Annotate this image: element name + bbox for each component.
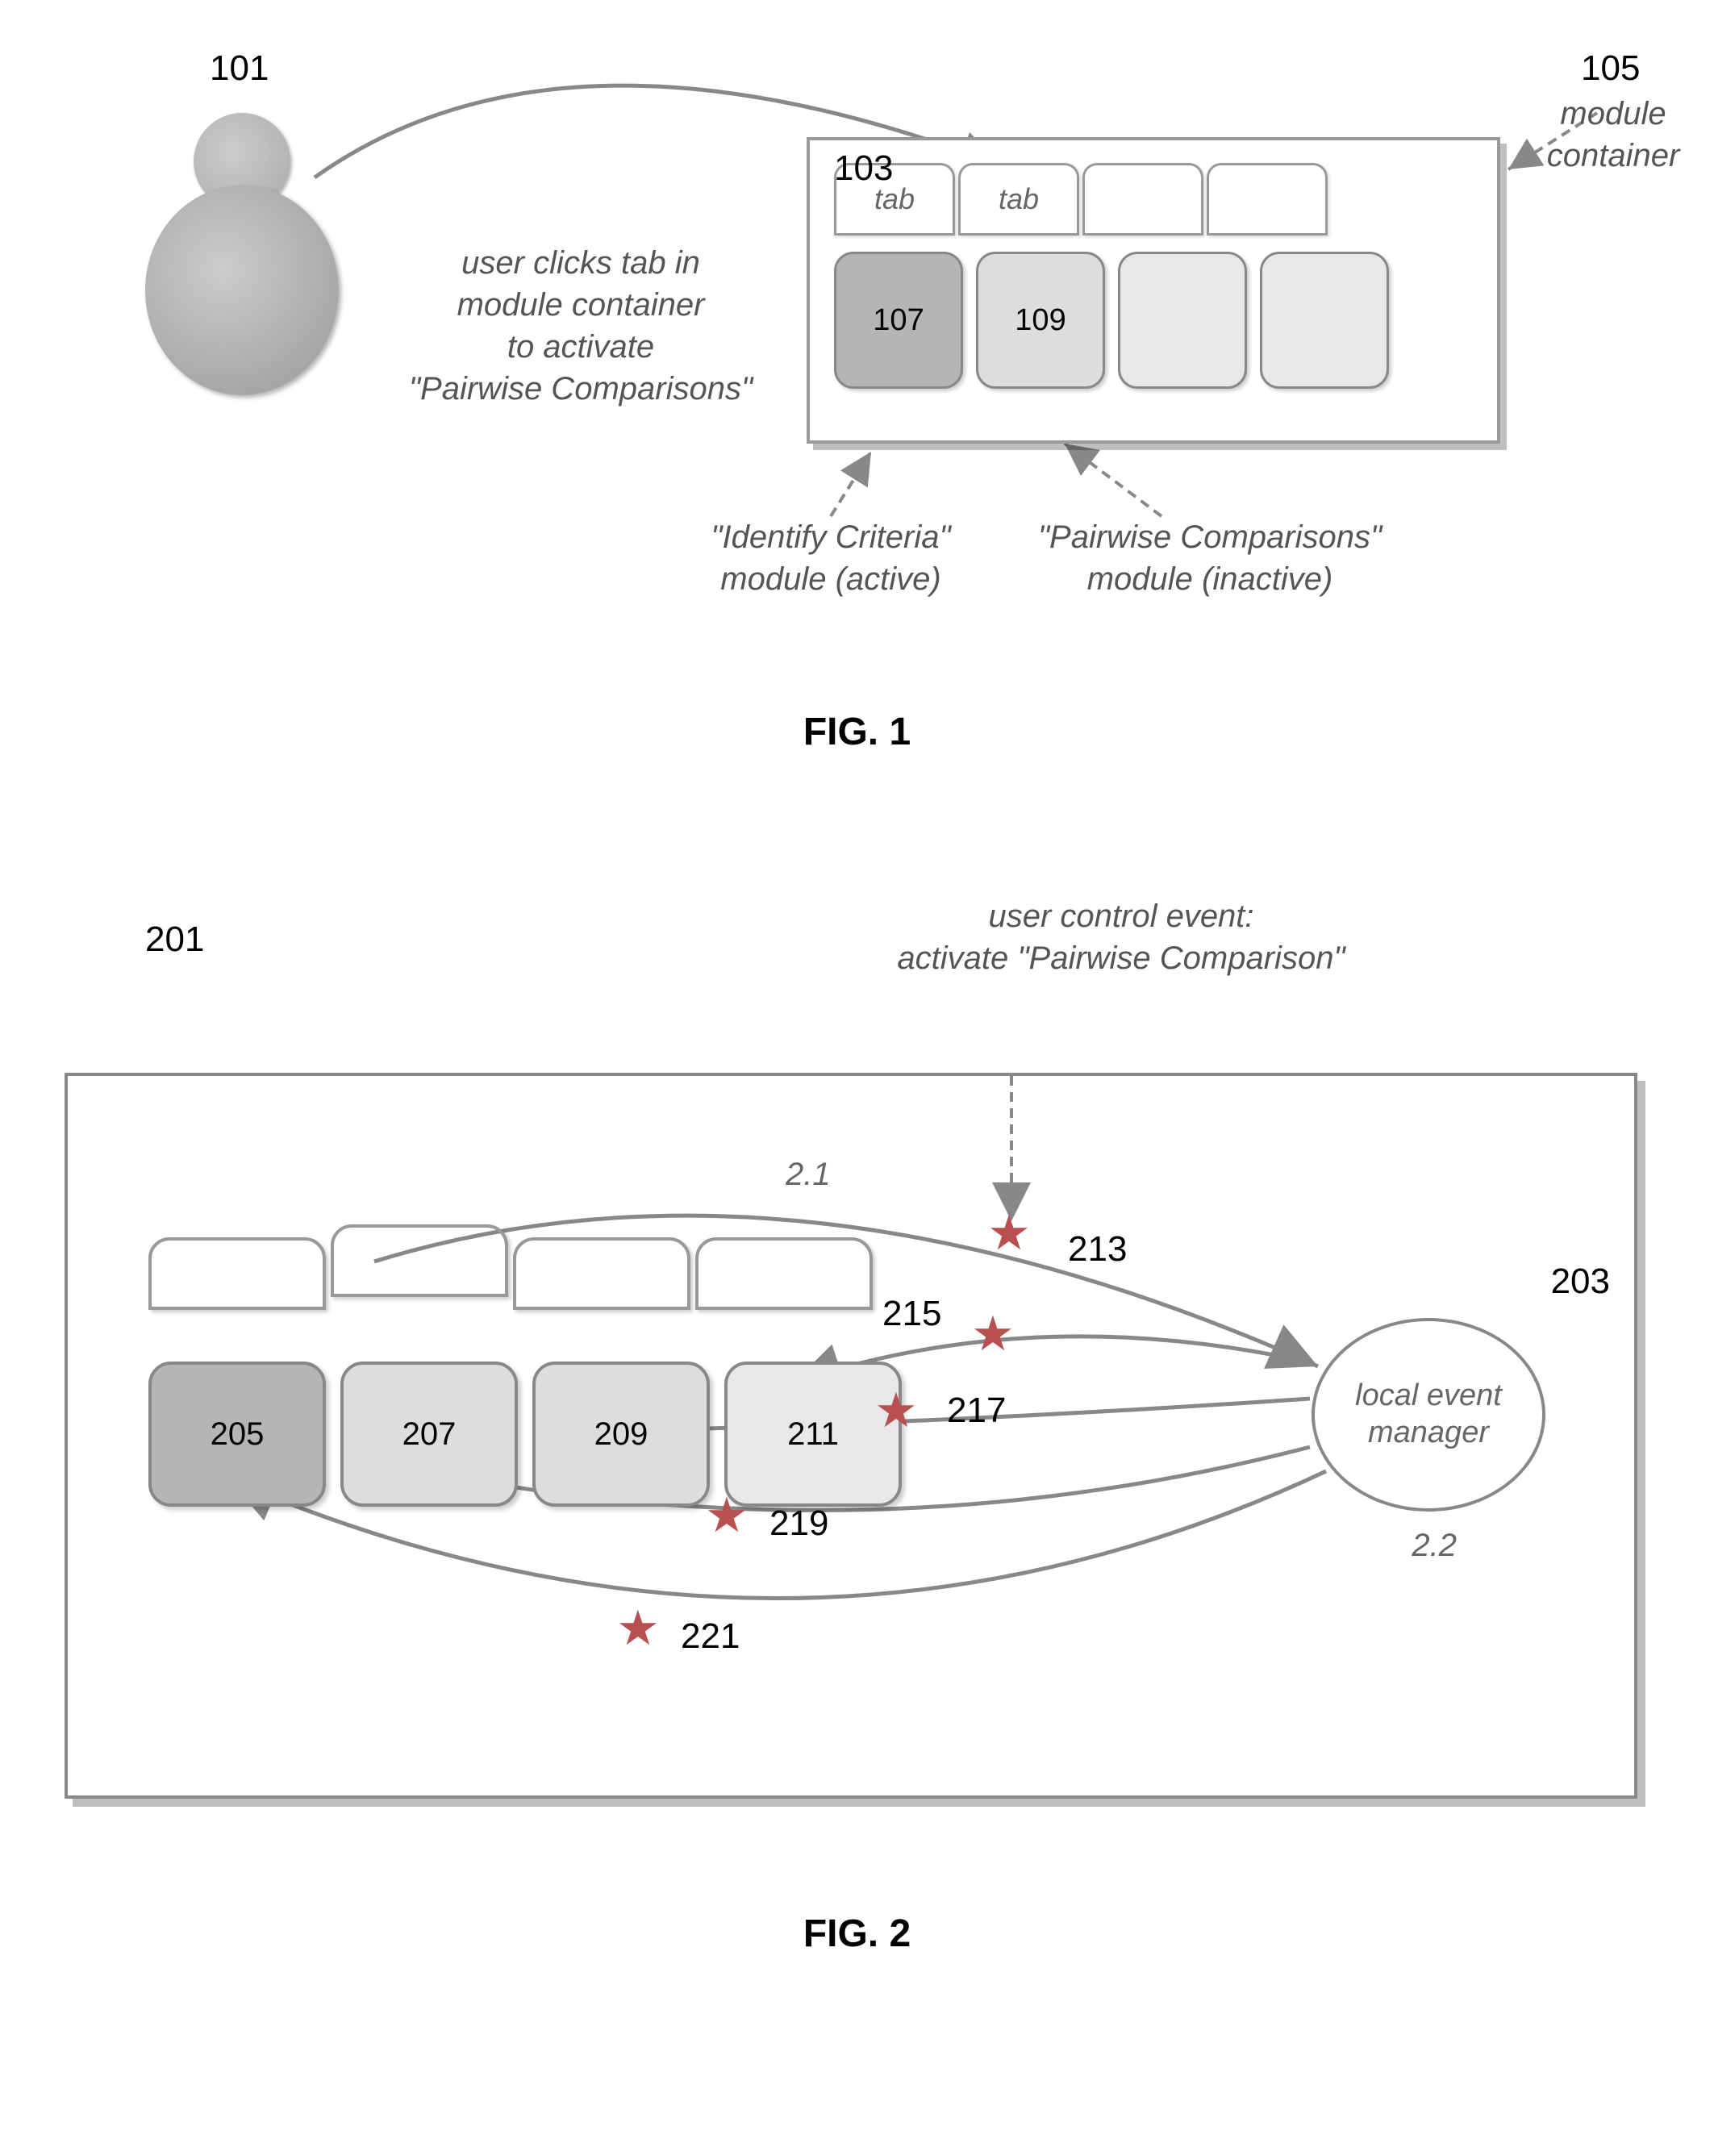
module-identify-criteria[interactable]: 107 [834, 252, 963, 389]
star-icon: ★ [987, 1205, 1031, 1261]
figure-1: 101 105 user clicks tab in module contai… [0, 16, 1714, 823]
step-2-2: 2.2 [1412, 1528, 1457, 1564]
active-module-label: "Identify Criteria" module (active) [694, 516, 968, 600]
module-container: 103 tab tab 107 109 [807, 137, 1500, 444]
module-205[interactable]: 205 [148, 1362, 326, 1507]
star-icon: ★ [705, 1487, 749, 1544]
local-event-manager: local event manager [1312, 1318, 1545, 1512]
inactive-module-label: "Pairwise Comparisons" module (inactive) [1032, 516, 1387, 600]
ref-201: 201 [145, 920, 204, 960]
module-pairwise-comparisons[interactable]: 109 [976, 252, 1105, 389]
user-control-event-label: user control event: activate "Pairwise C… [871, 895, 1371, 979]
ref-215: 215 [882, 1294, 941, 1334]
fig2-caption: FIG. 2 [0, 1912, 1714, 1956]
tab-a[interactable] [148, 1237, 326, 1310]
star-icon: ★ [971, 1306, 1015, 1362]
user-icon [145, 113, 339, 395]
ref-221: 221 [681, 1616, 740, 1657]
module-3[interactable] [1118, 252, 1247, 389]
star-icon: ★ [874, 1382, 918, 1439]
ref-219: 219 [769, 1503, 828, 1544]
ref-203: 203 [1551, 1261, 1610, 1302]
module-4[interactable] [1260, 252, 1389, 389]
ref-101: 101 [210, 48, 269, 89]
ref-105: 105 [1581, 48, 1640, 89]
module-207[interactable]: 207 [340, 1362, 518, 1507]
tab-d[interactable] [695, 1237, 873, 1310]
star-icon: ★ [616, 1600, 660, 1657]
tab-2[interactable]: tab [958, 163, 1079, 236]
fig2-container: 2.1 2.2 205 207 209 211 203 local event … [65, 1073, 1637, 1799]
tab-3[interactable] [1082, 163, 1203, 236]
ref-217: 217 [947, 1391, 1006, 1431]
ref-103: 103 [834, 148, 893, 189]
module-209[interactable]: 209 [532, 1362, 710, 1507]
step-2-1: 2.1 [786, 1157, 831, 1193]
figure-2: 201 user control event: activate "Pairwi… [0, 871, 1714, 1984]
ref-213: 213 [1068, 1229, 1127, 1270]
click-annotation: user clicks tab in module container to a… [403, 242, 758, 410]
tab-b-active[interactable] [331, 1224, 508, 1297]
tab-4[interactable] [1207, 163, 1328, 236]
container-label: module container [1533, 93, 1694, 177]
tab-c[interactable] [513, 1237, 690, 1310]
fig1-caption: FIG. 1 [0, 710, 1714, 754]
